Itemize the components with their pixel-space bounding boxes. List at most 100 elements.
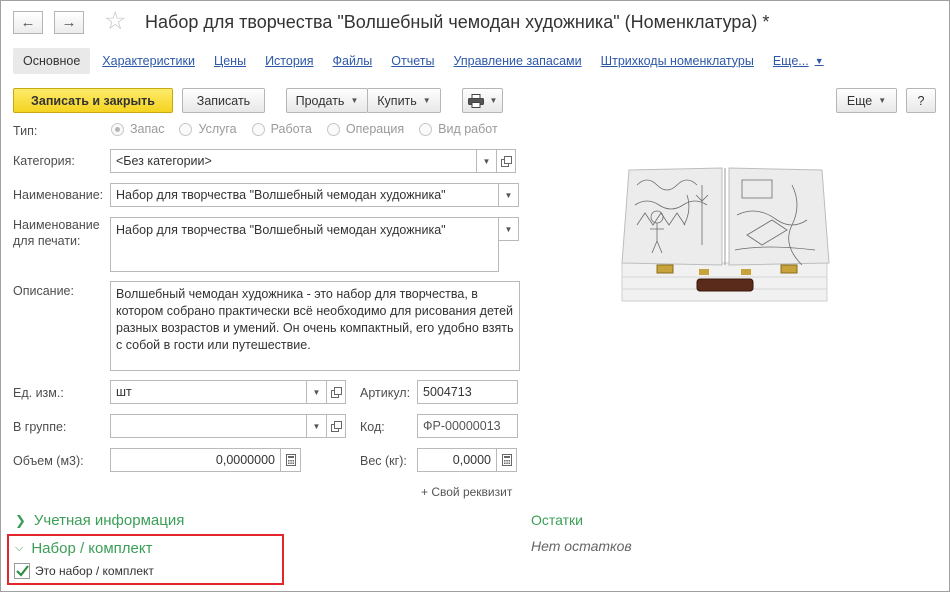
radio-icon bbox=[179, 122, 193, 136]
save-and-close-button[interactable]: Записать и закрыть bbox=[13, 88, 173, 113]
kit-section-toggle[interactable]: ⌵ Набор / комплект bbox=[15, 540, 153, 557]
tab-main[interactable]: Основное bbox=[13, 47, 91, 74]
type-option-service[interactable]: Услуга bbox=[179, 122, 237, 136]
type-option-stock[interactable]: Запас bbox=[111, 122, 164, 136]
accounting-section-title: Учетная информация bbox=[33, 512, 185, 529]
type-option-label: Работа bbox=[270, 122, 312, 136]
product-photo bbox=[621, 167, 830, 302]
save-button[interactable]: Записать bbox=[182, 88, 265, 113]
tab-reports[interactable]: Отчеты bbox=[391, 54, 434, 68]
category-open-button[interactable] bbox=[497, 149, 516, 173]
dropdown-arrow-icon: ▼ bbox=[350, 96, 359, 105]
dropdown-arrow-icon: ▼ bbox=[878, 96, 887, 105]
chevron-right-icon: ❯ bbox=[15, 512, 26, 528]
tab-more[interactable]: Еще... ▼ bbox=[773, 54, 824, 68]
category-dropdown-button[interactable]: ▼ bbox=[477, 149, 497, 173]
print-name-field[interactable]: Набор для творчества "Волшебный чемодан … bbox=[110, 217, 499, 272]
type-option-label: Вид работ bbox=[438, 122, 498, 136]
page-title: Набор для творчества "Волшебный чемодан … bbox=[145, 12, 770, 32]
radio-icon bbox=[251, 122, 265, 136]
weight-label: Вес (кг): bbox=[360, 454, 407, 468]
print-name-dropdown-button[interactable]: ▼ bbox=[499, 217, 519, 241]
checkmark-icon bbox=[15, 565, 29, 577]
volume-label: Объем (м3): bbox=[13, 454, 84, 468]
radio-icon bbox=[326, 122, 340, 136]
group-label: В группе: bbox=[13, 420, 67, 434]
tab-files[interactable]: Файлы bbox=[333, 54, 373, 68]
buy-button-label: Купить bbox=[377, 93, 417, 108]
type-label: Тип: bbox=[13, 124, 38, 138]
open-window-icon bbox=[330, 420, 342, 432]
name-label: Наименование: bbox=[13, 188, 104, 202]
stock-empty-text: Нет остатков bbox=[531, 538, 632, 554]
type-option-work[interactable]: Работа bbox=[251, 122, 312, 136]
chevron-down-icon: ▼ bbox=[312, 421, 321, 431]
description-label: Описание: bbox=[13, 284, 74, 298]
add-custom-attribute-link[interactable]: + Свой реквизит bbox=[421, 485, 512, 499]
volume-field[interactable]: 0,0000000 bbox=[110, 448, 281, 472]
description-field[interactable]: Волшебный чемодан художника - это набор … bbox=[110, 281, 520, 371]
name-field[interactable]: Набор для творчества "Волшебный чемодан … bbox=[110, 183, 499, 207]
printer-icon bbox=[467, 93, 484, 108]
type-option-label: Услуга bbox=[198, 122, 237, 136]
unit-open-button[interactable] bbox=[327, 380, 346, 404]
forward-button[interactable]: → bbox=[54, 11, 84, 34]
dropdown-arrow-icon: ▼ bbox=[489, 96, 498, 105]
type-option-label: Запас bbox=[130, 122, 165, 136]
more-button-label: Еще bbox=[846, 93, 873, 108]
chevron-down-icon: ▼ bbox=[504, 190, 513, 200]
print-button[interactable]: ▼ bbox=[462, 88, 503, 113]
sell-button[interactable]: Продать ▼ bbox=[286, 88, 368, 113]
more-button[interactable]: Еще ▼ bbox=[836, 88, 897, 113]
buy-button[interactable]: Купить ▼ bbox=[367, 88, 441, 113]
print-name-label-line2: для печати: bbox=[13, 234, 81, 248]
article-label: Артикул: bbox=[360, 386, 411, 400]
tab-more-label: Еще... bbox=[772, 53, 809, 68]
article-field[interactable]: 5004713 bbox=[417, 380, 518, 404]
kit-checkbox-label: Это набор / комплект bbox=[35, 564, 154, 578]
radio-icon bbox=[419, 122, 433, 136]
tab-barcodes[interactable]: Штрихкоды номенклатуры bbox=[601, 54, 754, 68]
arrow-right-icon: → bbox=[61, 14, 77, 31]
volume-calculator-button[interactable] bbox=[281, 448, 301, 472]
chevron-down-icon: ▼ bbox=[504, 224, 513, 234]
unit-dropdown-button[interactable]: ▼ bbox=[307, 380, 327, 404]
weight-calculator-button[interactable] bbox=[497, 448, 517, 472]
chevron-down-icon: ▼ bbox=[482, 156, 491, 166]
group-field[interactable] bbox=[110, 414, 307, 438]
type-option-work-kind[interactable]: Вид работ bbox=[419, 122, 498, 136]
category-field[interactable]: <Без категории> bbox=[110, 149, 477, 173]
sell-button-label: Продать bbox=[295, 93, 345, 108]
name-dropdown-button[interactable]: ▼ bbox=[499, 183, 519, 207]
unit-field[interactable]: шт bbox=[110, 380, 307, 404]
help-button[interactable]: ? bbox=[906, 88, 936, 113]
group-open-button[interactable] bbox=[327, 414, 346, 438]
chevron-down-icon: ▼ bbox=[312, 387, 321, 397]
favorite-star-icon[interactable]: ☆ bbox=[104, 9, 126, 34]
print-name-label-line1: Наименование bbox=[13, 218, 100, 232]
code-label: Код: bbox=[360, 420, 385, 434]
open-window-icon bbox=[330, 386, 342, 398]
dropdown-arrow-icon: ▼ bbox=[422, 96, 431, 105]
arrow-left-icon: ← bbox=[20, 14, 36, 31]
chevron-down-icon: ⌵ bbox=[15, 542, 24, 554]
radio-icon bbox=[111, 122, 124, 136]
tab-inventory[interactable]: Управление запасами bbox=[453, 54, 581, 68]
calculator-icon bbox=[501, 454, 512, 466]
accounting-section-toggle[interactable]: ❯ Учетная информация bbox=[15, 512, 184, 529]
calculator-icon bbox=[285, 454, 296, 466]
type-option-operation[interactable]: Операция bbox=[326, 122, 404, 136]
kit-checkbox[interactable] bbox=[14, 563, 30, 579]
tab-characteristics[interactable]: Характеристики bbox=[102, 54, 195, 68]
back-button[interactable]: ← bbox=[13, 11, 43, 34]
kit-section-title: Набор / комплект bbox=[31, 540, 153, 557]
product-image bbox=[617, 165, 830, 305]
code-field[interactable]: ФР-00000013 bbox=[417, 414, 518, 438]
weight-field[interactable]: 0,0000 bbox=[417, 448, 497, 472]
tab-prices[interactable]: Цены bbox=[214, 54, 246, 68]
unit-label: Ед. изм.: bbox=[13, 386, 64, 400]
group-dropdown-button[interactable]: ▼ bbox=[307, 414, 327, 438]
chevron-down-icon: ▼ bbox=[814, 55, 824, 66]
tab-history[interactable]: История bbox=[265, 54, 313, 68]
type-radio-group: Запас Услуга Работа Операция Вид работ bbox=[111, 122, 513, 136]
